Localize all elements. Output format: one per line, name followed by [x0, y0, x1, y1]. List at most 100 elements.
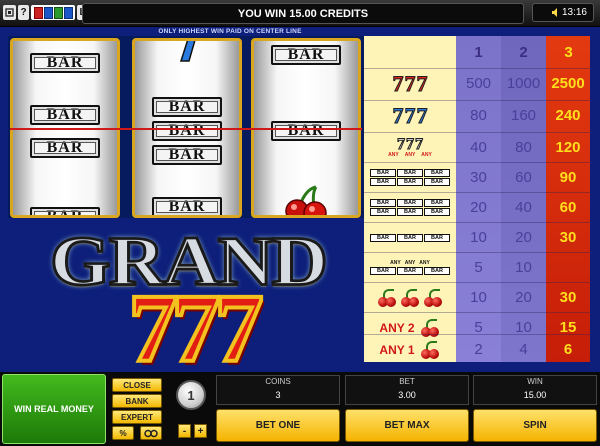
top-icons: ? L [3, 5, 88, 20]
cards-icon[interactable] [31, 5, 75, 20]
clock-time: 13:16 [561, 7, 587, 18]
coins-value: 3 [275, 390, 281, 400]
payout-value: 80 [470, 107, 487, 124]
bar-symbol: BAR [30, 138, 100, 158]
payout-value: 1000 [506, 75, 541, 92]
settings-button[interactable] [140, 426, 162, 440]
bar-symbol: BAR [30, 105, 100, 125]
payout-value: 60 [559, 199, 577, 216]
center-payline [10, 128, 362, 130]
payout-value: 120 [555, 139, 581, 156]
win-label: WIN [527, 377, 543, 386]
bar-symbol: BAR [271, 45, 341, 65]
payout-value: 2 [474, 341, 483, 358]
paytable-row: 777 80 160 240 [364, 100, 590, 130]
any-1-cherry-icon: ANY 1 [366, 337, 454, 362]
coins-label: COINS [265, 377, 291, 386]
bet-one-button[interactable]: BET ONE [216, 409, 340, 442]
blue-seven-partial [175, 41, 199, 63]
coins-display: COINS 3 [216, 375, 340, 405]
paytable-header-3: 3 [564, 43, 573, 61]
bet-display: BET 3.00 [345, 375, 469, 405]
payout-value: 20 [515, 229, 532, 246]
bar-symbol: BAR [152, 121, 222, 141]
paytable-row: BAR BAR BAR 10 20 30 [364, 222, 590, 252]
double-bar-icon: BAR BAR BAR BAR BAR BAR [366, 195, 454, 220]
bar-symbol: BAR [152, 197, 222, 215]
paytable-row: 777 ANY ANY ANY 40 80 120 [364, 132, 590, 162]
percent-button[interactable]: % [112, 426, 134, 440]
help-icon[interactable]: ? [18, 5, 29, 20]
bank-button[interactable]: BANK [112, 394, 162, 408]
payout-value: 240 [555, 107, 581, 124]
expert-button[interactable]: EXPERT [112, 410, 162, 424]
paytable-row: 10 20 30 [364, 282, 590, 312]
win-real-money-button[interactable]: WIN REAL MONEY [2, 374, 106, 444]
spin-button[interactable]: SPIN [473, 409, 597, 442]
bar-symbol: BAR [271, 121, 341, 141]
three-cherries-icon [366, 285, 454, 310]
triple-bar-icon: BAR BAR BAR BAR BAR BAR [366, 165, 454, 190]
paytable-row: 777 500 1000 2500 [364, 68, 590, 98]
payout-value: 30 [559, 229, 577, 246]
coin-increase-button[interactable]: + [194, 424, 207, 438]
bar-symbol: BAR [30, 53, 100, 73]
any-label: ANY [419, 260, 430, 266]
coin-value-chip[interactable]: 1 [176, 380, 206, 410]
game-logo: GRAND 777 [8, 218, 364, 380]
payout-value: 40 [515, 199, 532, 216]
coin-decrease-button[interactable]: - [178, 424, 191, 438]
any-label: ANY [390, 260, 401, 266]
payout-value: 80 [515, 139, 532, 156]
close-button[interactable]: CLOSE [112, 378, 162, 392]
blue-seven-icon: 777 [392, 102, 428, 128]
payout-value: 60 [515, 169, 532, 186]
bet-max-button[interactable]: BET MAX [345, 409, 469, 442]
win-display: WIN 15.00 [473, 375, 597, 405]
gear-icon [144, 429, 158, 437]
payout-value: 20 [470, 199, 487, 216]
payout-value: 10 [515, 259, 532, 276]
payout-value: 2500 [551, 75, 585, 92]
cherry-icon [282, 185, 332, 215]
single-bar-icon: BAR BAR BAR [366, 225, 454, 250]
bar-symbol: BAR [152, 145, 222, 165]
paytable: 1 2 3 777 500 1000 2500 777 80 160 240 7… [364, 36, 590, 362]
bet-value: 3.00 [398, 390, 416, 400]
bar-symbol: BAR [152, 97, 222, 117]
bet-label: BET [399, 377, 415, 386]
any-label: ANY [404, 260, 416, 266]
payout-value: 4 [519, 341, 528, 358]
payout-value: 40 [470, 139, 487, 156]
reels: BAR BAR BAR BAR BAR BAR BAR BAR BAR BAR [8, 36, 364, 218]
any-label: ANY [404, 151, 416, 158]
payout-value: 20 [515, 289, 532, 306]
options-icon[interactable] [3, 5, 16, 20]
any-seven-icon: 777 ANY ANY ANY [388, 135, 432, 158]
any-2-label: ANY 2 [379, 320, 415, 335]
any-label: ANY [388, 151, 399, 158]
payout-value: 10 [470, 289, 487, 306]
payout-value: 5 [474, 259, 483, 276]
payout-value: 30 [470, 169, 487, 186]
payout-value: 160 [510, 107, 537, 124]
any-label: ANY [421, 151, 432, 158]
paytable-row: ANY 1 2 4 6 [364, 334, 590, 364]
any-1-label: ANY 1 [379, 342, 415, 357]
paytable-row: BAR BAR BAR BAR BAR BAR 20 40 60 [364, 192, 590, 222]
paytable-row: BAR BAR BAR BAR BAR BAR 30 60 90 [364, 162, 590, 192]
payout-value: 90 [559, 169, 577, 186]
sound-icon[interactable] [551, 7, 561, 18]
paytable-header-1: 1 [474, 43, 483, 61]
message-display: YOU WIN 15.00 CREDITS [82, 3, 524, 24]
logo-777: 777 [127, 275, 266, 383]
clock: 13:16 [532, 3, 594, 22]
paytable-row: ANY ANY ANY BAR BAR BAR 5 10 [364, 252, 590, 282]
payout-value [546, 253, 590, 282]
paytable-header-2: 2 [519, 43, 528, 61]
top-bar: ? L YOU WIN 15.00 CREDITS 13:16 [0, 0, 600, 27]
win-value: 15.00 [523, 390, 547, 400]
payout-value: 500 [465, 75, 492, 92]
payline-notice: ONLY HIGHEST WIN PAID ON CENTER LINE [158, 28, 302, 35]
payout-value: 6 [563, 341, 573, 358]
